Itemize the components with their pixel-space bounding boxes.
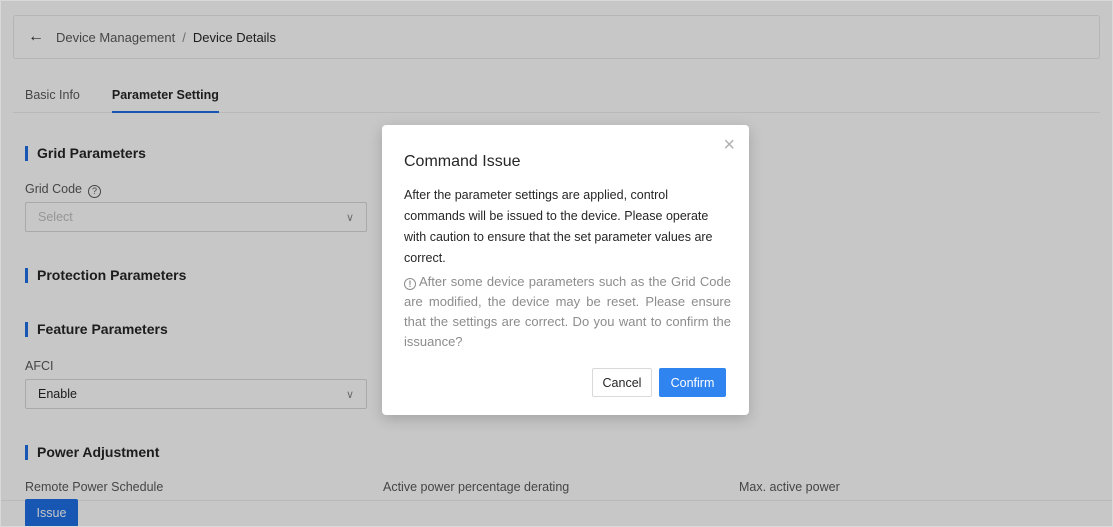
dialog-title: Command Issue bbox=[404, 153, 521, 170]
info-circle-icon: ! bbox=[404, 278, 416, 290]
close-icon[interactable]: × bbox=[723, 135, 735, 155]
dialog-warning-text: After some device parameters such as the… bbox=[404, 274, 731, 349]
confirm-button[interactable]: Confirm bbox=[659, 368, 726, 397]
dialog-warning-note: ! After some device parameters such as th… bbox=[404, 272, 731, 352]
page-frame: ← Device Management / Device Details Bas… bbox=[0, 0, 1113, 527]
command-issue-dialog: × Command Issue After the parameter sett… bbox=[382, 125, 749, 415]
cancel-button[interactable]: Cancel bbox=[592, 368, 652, 397]
dialog-body: After the parameter settings are applied… bbox=[404, 188, 713, 265]
